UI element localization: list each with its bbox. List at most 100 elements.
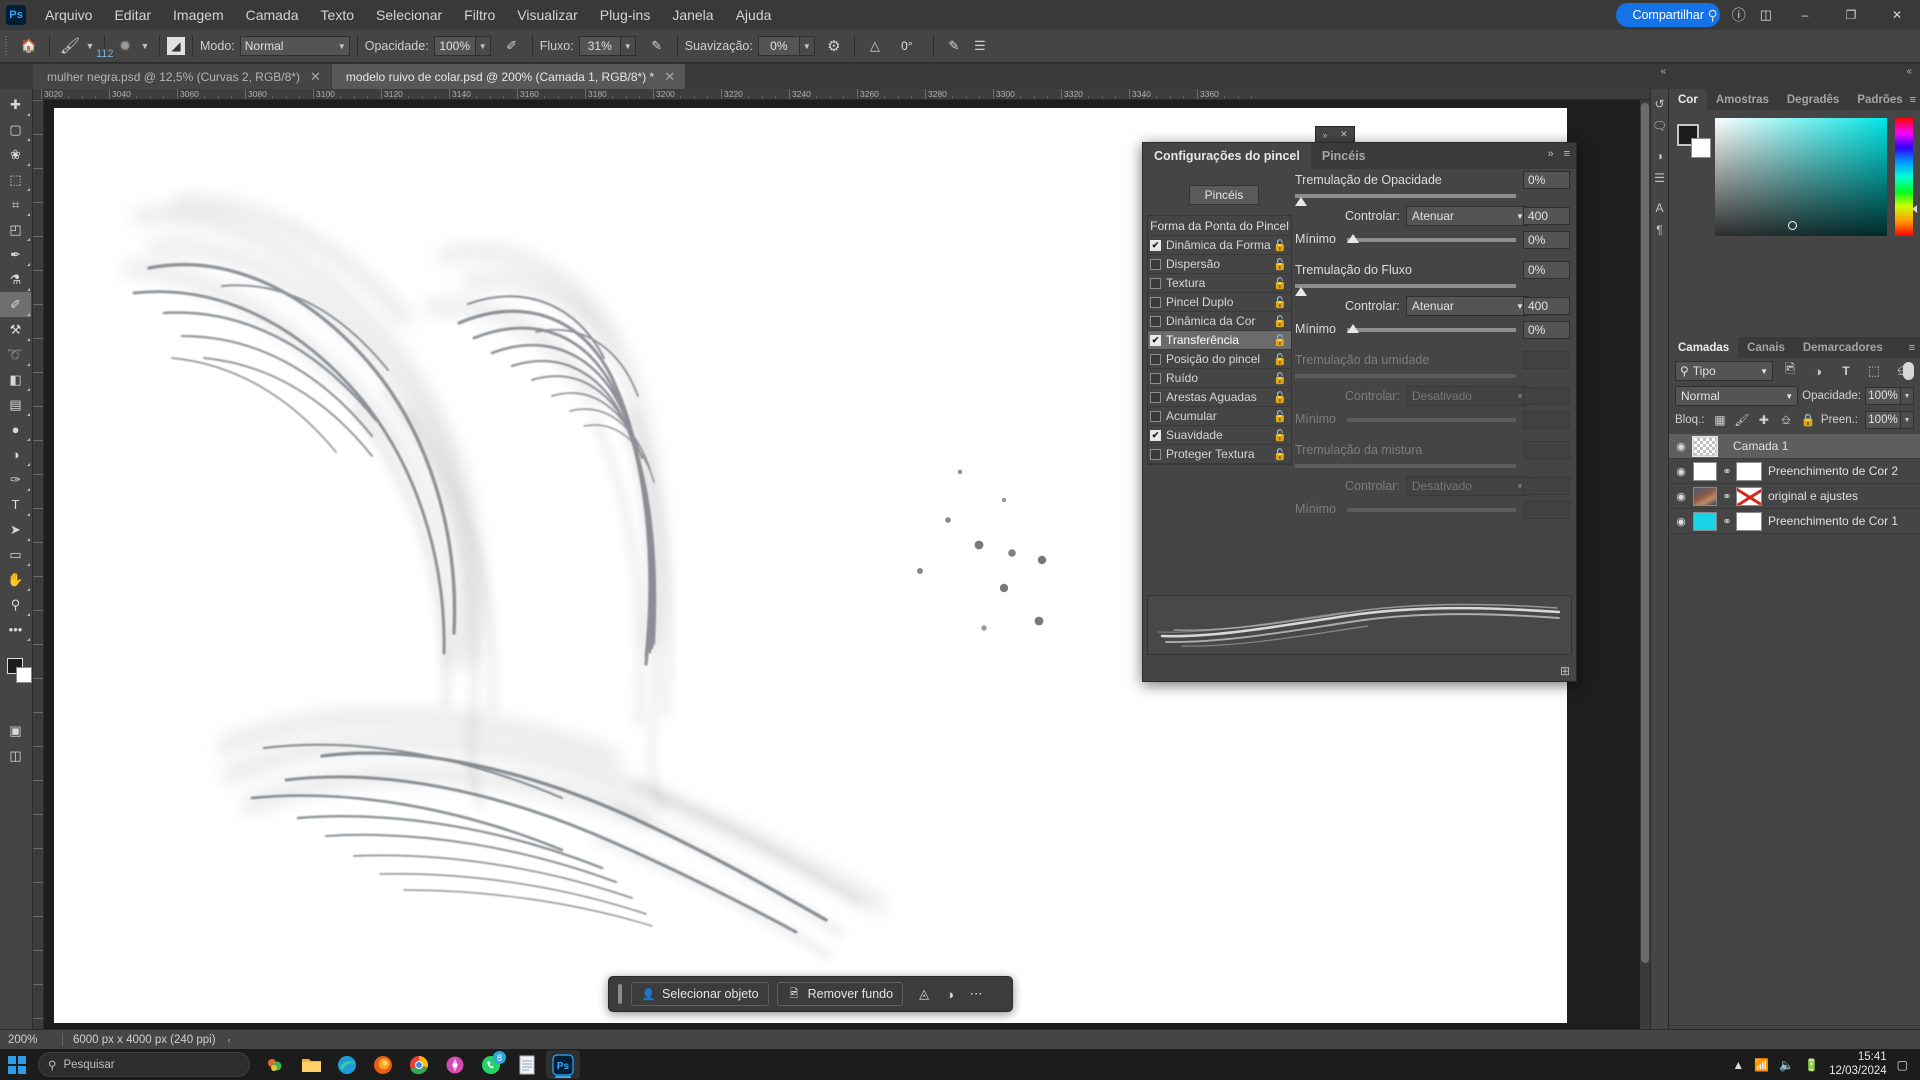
link-icon[interactable]: ⚭: [1721, 490, 1733, 503]
layer-fill-input[interactable]: 100%: [1865, 411, 1901, 429]
layer-blend-mode-select[interactable]: Normal ▼: [1675, 386, 1799, 406]
layer-thumbnail[interactable]: [1693, 486, 1717, 506]
maximize-button[interactable]: ❐: [1828, 0, 1874, 30]
chevron-up-icon[interactable]: ▲: [1732, 1058, 1744, 1072]
control-select[interactable]: Atenuar ▼: [1405, 296, 1529, 316]
slider-knob[interactable]: [1347, 234, 1359, 243]
brush-settings-toggle-icon[interactable]: ◢: [167, 37, 185, 55]
start-button[interactable]: [0, 1049, 34, 1080]
panel-menu-icon[interactable]: ≡: [1909, 342, 1915, 354]
type-filter-icon[interactable]: T: [1835, 361, 1857, 381]
contextual-taskbar-grip[interactable]: [618, 984, 622, 1004]
layer-name[interactable]: Preenchimento de Cor 2: [1768, 464, 1898, 478]
brush-option-checkbox[interactable]: ✔: [1150, 239, 1161, 251]
brush-option-row[interactable]: ✔ Suavidade 🔓: [1148, 426, 1291, 445]
close-icon[interactable]: ✕: [310, 69, 321, 85]
firefox-icon[interactable]: [366, 1050, 400, 1079]
brush-angle-icon[interactable]: △: [862, 34, 888, 58]
minimize-button[interactable]: –: [1782, 0, 1828, 30]
adjustment-filter-icon[interactable]: ◑: [1807, 361, 1829, 381]
control-amount-input[interactable]: 400: [1523, 297, 1570, 315]
opacity-input[interactable]: 100%: [433, 36, 476, 56]
gradient-tool[interactable]: ▤: [0, 392, 31, 417]
menu-texto[interactable]: Texto: [310, 0, 365, 30]
slider-knob[interactable]: [1295, 287, 1307, 296]
brush-option-checkbox[interactable]: [1150, 258, 1161, 270]
brush-option-checkbox[interactable]: [1150, 391, 1161, 403]
brushes-button[interactable]: Pincéis: [1189, 185, 1259, 205]
slider-knob[interactable]: [1295, 197, 1307, 206]
pen-tool[interactable]: ✑: [0, 467, 31, 492]
layer-name[interactable]: original e ajustes: [1768, 489, 1858, 503]
frame-tool[interactable]: ◰: [0, 217, 31, 242]
eye-icon[interactable]: ◉: [1669, 440, 1693, 453]
menu-filtro[interactable]: Filtro: [453, 0, 506, 30]
layer-opacity-input[interactable]: 100%: [1865, 387, 1901, 405]
layer-row[interactable]: ◉ ⚭ original e ajustes: [1669, 484, 1920, 509]
hand-tool[interactable]: ✋: [0, 567, 31, 592]
eye-icon[interactable]: ◉: [1669, 515, 1693, 528]
slider-knob[interactable]: [1347, 324, 1359, 333]
photos-icon[interactable]: [438, 1050, 472, 1079]
remove-background-button[interactable]: 🖻 Remover fundo: [776, 982, 904, 1006]
brush-option-row[interactable]: Ruído 🔓: [1148, 369, 1291, 388]
wifi-icon[interactable]: 📶: [1754, 1058, 1769, 1072]
photoshop-icon[interactable]: Ps: [546, 1050, 580, 1079]
brush-option-checkbox[interactable]: [1150, 353, 1161, 365]
shape-tool[interactable]: ▭: [0, 542, 31, 567]
dodge-tool[interactable]: ◑: [0, 442, 31, 467]
brush-option-checkbox[interactable]: ✔: [1150, 334, 1161, 346]
brush-panel-titlebar[interactable]: » ✕: [1315, 126, 1355, 142]
group-slider[interactable]: [1295, 284, 1516, 296]
color-picker-field[interactable]: [1715, 118, 1887, 236]
layer-row[interactable]: ◉ ⚭ Preenchimento de Cor 2: [1669, 459, 1920, 484]
rectangular-marquee-tool[interactable]: ▢: [0, 117, 31, 142]
taskbar-clock[interactable]: 15:41 12/03/2024: [1829, 1051, 1887, 1079]
lock-artboard-icon[interactable]: ⎒: [1776, 411, 1795, 430]
background-color-swatch[interactable]: [16, 667, 32, 683]
quick-mask-tool[interactable]: ▣: [0, 718, 31, 743]
panel-collapse-icon[interactable]: »: [1547, 148, 1553, 160]
layer-row[interactable]: ◉ Camada 1: [1669, 434, 1920, 459]
move-tool[interactable]: ✚: [0, 92, 31, 117]
paragraph-panel-icon[interactable]: ¶: [1651, 219, 1668, 241]
history-panel-icon[interactable]: ↺: [1651, 93, 1668, 115]
lock-all-icon[interactable]: 🔒: [1798, 411, 1817, 430]
brush-tip-shape-header[interactable]: Forma da Ponta do Pincel: [1148, 216, 1291, 236]
menu-imagem[interactable]: Imagem: [162, 0, 235, 30]
brush-panel-tab[interactable]: Pincéis: [1311, 143, 1377, 169]
libraries-panel-icon[interactable]: ☰: [1651, 167, 1668, 189]
canvas-vertical-scrollbar[interactable]: [1640, 100, 1650, 1039]
blur-tool[interactable]: ●: [0, 417, 31, 442]
workspace-icon[interactable]: ◫: [1760, 7, 1772, 23]
opacity-stepper[interactable]: ▼: [1901, 387, 1914, 405]
color-panel-swatches[interactable]: [1677, 124, 1711, 158]
eye-icon[interactable]: ◉: [1669, 465, 1693, 478]
brush-option-row[interactable]: Textura 🔓: [1148, 274, 1291, 293]
share-button[interactable]: Compartilhar: [1616, 3, 1720, 27]
screen-mode-tool[interactable]: ◫: [0, 743, 31, 768]
close-icon[interactable]: ✕: [664, 69, 675, 85]
brush-option-checkbox[interactable]: [1150, 448, 1161, 460]
link-icon[interactable]: ⚭: [1721, 465, 1733, 478]
eye-icon[interactable]: ◉: [1669, 490, 1693, 503]
flow-input[interactable]: 31%: [578, 36, 621, 56]
opacity-stepper[interactable]: ▼: [475, 36, 491, 56]
layer-mask-thumbnail[interactable]: [1736, 486, 1762, 506]
lock-icon[interactable]: 🔓: [1273, 315, 1287, 328]
search-icon[interactable]: ⚲: [1707, 7, 1717, 24]
menu-janela[interactable]: Janela: [661, 0, 724, 30]
tablet-pressure-icon[interactable]: ✎: [941, 34, 967, 58]
brush-option-checkbox[interactable]: [1150, 315, 1161, 327]
close-icon[interactable]: ✕: [1340, 129, 1348, 140]
panel-menu-icon[interactable]: ≡: [1564, 148, 1570, 160]
brush-option-row[interactable]: Arestas Aguadas 🔓: [1148, 388, 1291, 407]
color-picker-cursor[interactable]: [1788, 221, 1797, 230]
dock-collapse-icon[interactable]: «: [1660, 66, 1666, 77]
layer-row[interactable]: ◉ ⚭ Preenchimento de Cor 1: [1669, 509, 1920, 534]
brush-option-row[interactable]: Acumular 🔓: [1148, 407, 1291, 426]
brush-option-checkbox[interactable]: [1150, 410, 1161, 422]
menu-camada[interactable]: Camada: [235, 0, 310, 30]
zoom-tool[interactable]: ⚲: [0, 592, 31, 617]
widget-icon[interactable]: [258, 1050, 292, 1079]
